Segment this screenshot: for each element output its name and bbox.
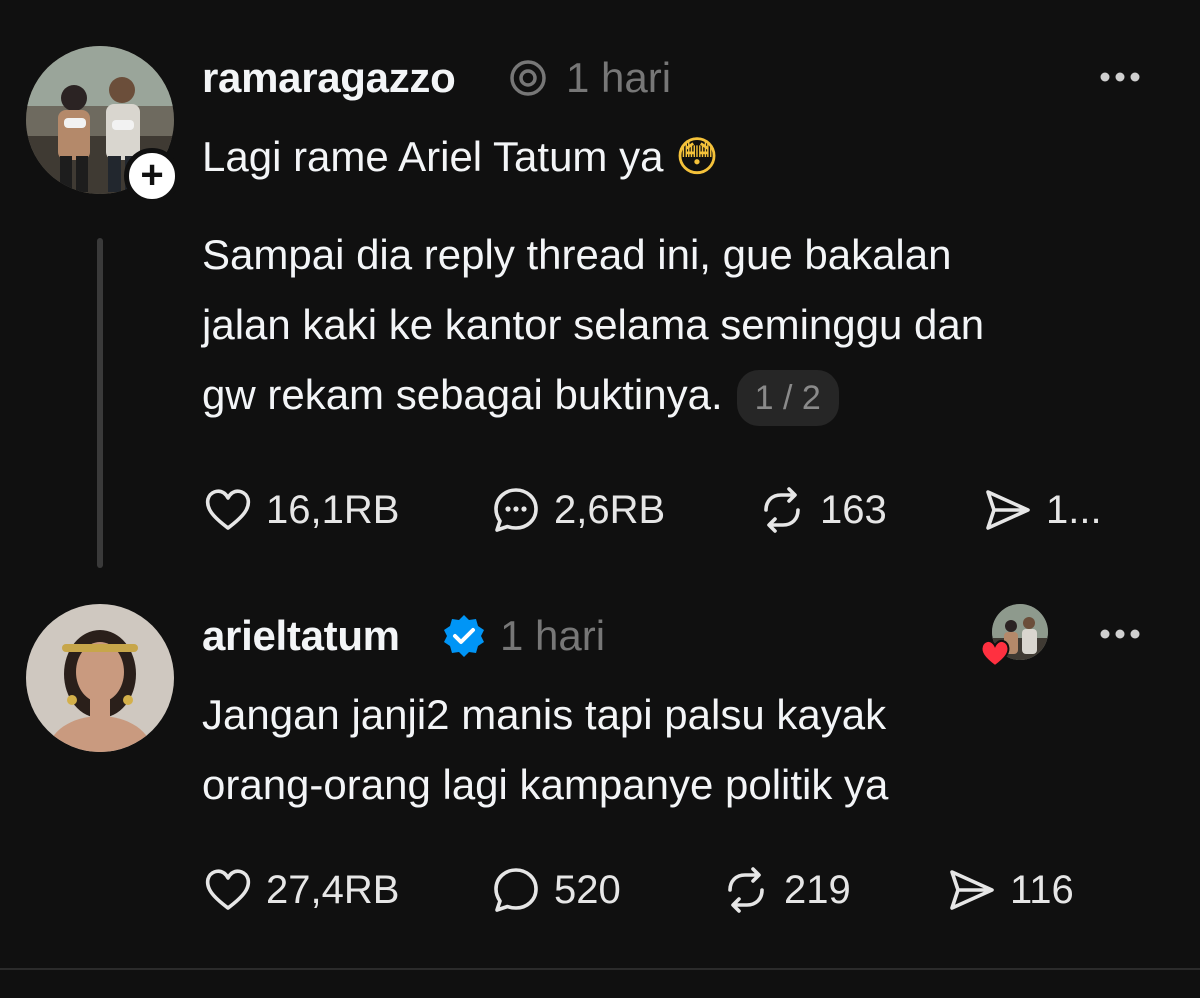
- post-body-line-3-text: gw rekam sebagai buktinya.: [202, 371, 723, 418]
- comment-icon: [494, 868, 538, 912]
- more-horizontal-icon[interactable]: [1098, 627, 1142, 641]
- post-time: 1 hari: [500, 612, 606, 659]
- reply-button[interactable]: 2,6RB: [490, 482, 665, 538]
- username[interactable]: arieltatum: [202, 612, 400, 660]
- flushed-emoji: 😳: [675, 132, 719, 181]
- like-button[interactable]: 16,1RB: [202, 482, 399, 538]
- post-body-line-2: jalan kaki ke kantor selama seminggu dan: [202, 301, 985, 348]
- share-count: 116: [1010, 867, 1074, 912]
- reply-button[interactable]: 520: [490, 862, 621, 918]
- verified-badge-icon: [444, 615, 484, 657]
- send-icon: [986, 490, 1030, 530]
- post-body-line-1: Sampai dia reply thread ini, gue bakalan: [202, 231, 952, 278]
- post-divider: [0, 968, 1200, 970]
- heart-icon: [205, 869, 251, 910]
- follow-plus-button[interactable]: +: [124, 148, 180, 204]
- reply-body-line-2: orang-orang lagi kampanye politik ya: [202, 761, 889, 808]
- thread-connector-line: [97, 238, 103, 568]
- share-button[interactable]: 116: [946, 862, 1074, 918]
- reply-count: 2,6RB: [554, 487, 666, 532]
- liked-heart-icon: [980, 639, 1010, 668]
- threads-logo-icon: [510, 60, 546, 96]
- reply-body-line-1: Jangan janji2 manis tapi palsu kayak: [202, 691, 887, 738]
- post-body-line-3: gw rekam sebagai buktinya. 1 / 2: [202, 360, 839, 430]
- comment-icon: [494, 488, 538, 532]
- repost-button[interactable]: 163: [756, 482, 887, 538]
- like-count: 16,1RB: [266, 487, 400, 532]
- thread-pager-badge[interactable]: 1 / 2: [736, 369, 839, 426]
- username[interactable]: ramaragazzo: [202, 54, 456, 102]
- send-icon: [950, 870, 994, 910]
- reply-count: 520: [554, 867, 621, 912]
- like-button[interactable]: 27,4RB: [202, 862, 399, 918]
- repost-button[interactable]: 219: [720, 862, 851, 918]
- share-button[interactable]: 1...: [982, 482, 1102, 538]
- post-time: 1 hari: [566, 54, 672, 101]
- repost-icon: [764, 487, 800, 533]
- avatar[interactable]: [26, 604, 174, 752]
- repost-count: 163: [820, 487, 887, 532]
- repost-count: 219: [784, 867, 851, 912]
- headline-text: Lagi rame Ariel Tatum ya: [202, 133, 664, 180]
- post-headline: Lagi rame Ariel Tatum ya 😳: [202, 122, 719, 192]
- like-count: 27,4RB: [266, 867, 400, 912]
- heart-icon: [205, 489, 251, 530]
- more-horizontal-icon[interactable]: [1098, 70, 1142, 84]
- repost-icon: [728, 867, 764, 913]
- share-count: 1...: [1046, 487, 1102, 532]
